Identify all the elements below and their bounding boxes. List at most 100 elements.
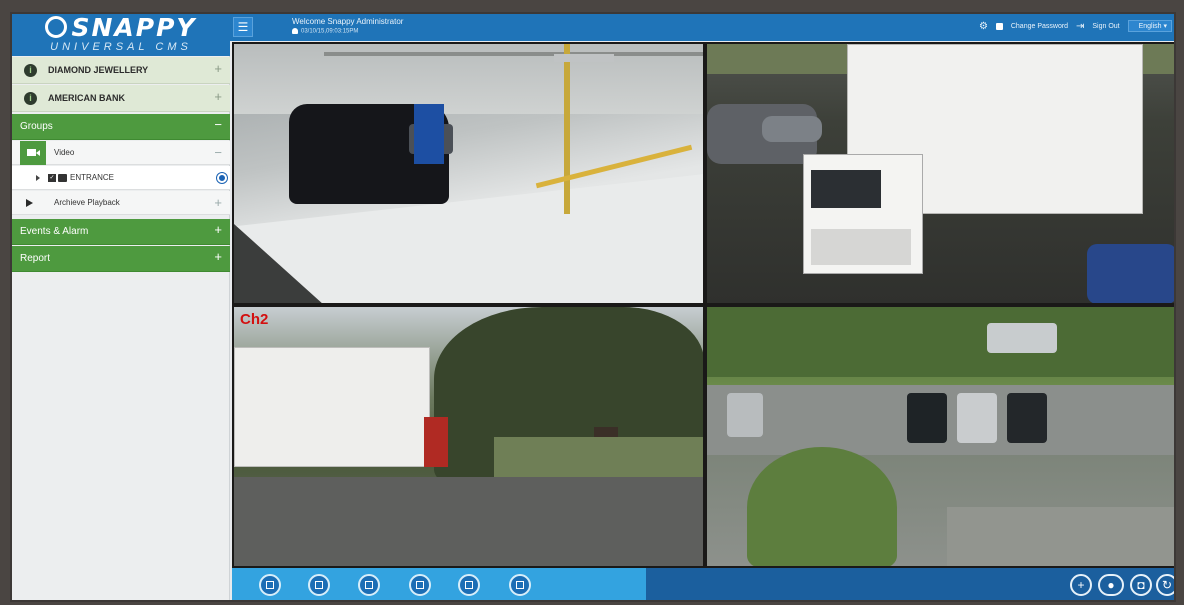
video-tile-4[interactable]	[705, 305, 1174, 568]
gear-icon[interactable]: ⚙	[979, 21, 988, 32]
truck-grille	[811, 229, 911, 265]
camera-label: ENTRANCE	[70, 173, 115, 182]
nine-view-button[interactable]	[358, 574, 380, 596]
expand-icon[interactable]: +	[214, 90, 222, 104]
sixteen-view-icon	[416, 581, 424, 589]
parked-car	[907, 393, 947, 443]
snapshot-icon: ◘	[1137, 578, 1145, 592]
top-bar: ☰ Welcome Snappy Administrator 03/10/15,…	[230, 14, 1174, 41]
trees	[707, 307, 1174, 377]
events-alarm-header[interactable]: Events & Alarm +	[12, 219, 230, 245]
camera-group-button[interactable]: ●	[1098, 574, 1124, 596]
lock-icon	[995, 22, 1003, 30]
refresh-icon: ↻	[1161, 578, 1173, 592]
tree-item-label: Video	[54, 148, 75, 157]
change-password-link[interactable]: Change Password	[1011, 23, 1068, 30]
collapse-icon[interactable]: −	[214, 118, 222, 132]
layout-36-icon	[516, 581, 524, 589]
ticket-kiosk	[414, 104, 444, 164]
zoom-in-button[interactable]: +	[1070, 574, 1092, 596]
truck-cab-red	[424, 417, 448, 467]
expand-icon[interactable]: +	[214, 62, 222, 76]
single-view-icon	[266, 581, 274, 589]
logo-text: SNAPPY	[71, 13, 197, 42]
collapse-icon[interactable]: −	[214, 146, 222, 160]
language-select[interactable]: English ▾	[1127, 20, 1172, 32]
box-truck	[234, 347, 430, 467]
blue-suv	[1087, 244, 1174, 303]
expand-icon[interactable]: +	[214, 223, 222, 237]
sidebar: SNAPPY UNIVERSAL CMS i DIAMOND JEWELLERY…	[12, 14, 230, 600]
datetime-text: 03/10/15,09:03:15PM	[301, 28, 359, 35]
layout-25-icon	[465, 581, 473, 589]
parked-car	[762, 116, 822, 142]
camera-item-entrance[interactable]: ✓ ENTRANCE	[12, 166, 230, 190]
play-icon	[26, 199, 33, 207]
layout-selector	[232, 568, 646, 600]
camera-icon	[58, 174, 67, 182]
sign-out-link[interactable]: Sign Out	[1092, 23, 1119, 30]
welcome-text: Welcome Snappy Administrator	[292, 17, 404, 26]
nine-view-icon	[365, 581, 373, 589]
tree-item-label: Archieve Playback	[54, 198, 120, 207]
fence	[324, 52, 703, 56]
camera-active-toggle[interactable]	[217, 173, 227, 183]
events-alarm-label: Events & Alarm	[20, 226, 89, 237]
gantry	[554, 54, 614, 62]
report-label: Report	[20, 253, 51, 264]
quad-view-icon	[315, 581, 323, 589]
video-tile-1[interactable]	[232, 42, 705, 305]
parked-car	[1007, 393, 1047, 443]
gate-pole	[564, 44, 570, 214]
client-label: DIAMOND JEWELLERY	[48, 65, 149, 75]
bottom-toolbar: + ● ◘ ↻	[232, 568, 1174, 600]
expand-icon[interactable]: +	[214, 196, 222, 210]
snappy-logo-icon	[45, 16, 68, 38]
layout-25-button[interactable]	[458, 574, 480, 596]
lot-surface	[947, 507, 1174, 566]
van	[987, 323, 1057, 353]
snapshot-button[interactable]: ◘	[1130, 574, 1152, 596]
logo-mark: SNAPPY	[12, 14, 230, 42]
client-item-diamond-jewellery[interactable]: i DIAMOND JEWELLERY +	[12, 57, 230, 84]
language-value: English	[1138, 22, 1162, 30]
video-tile-2[interactable]	[705, 42, 1174, 305]
tree-item-video[interactable]: Video −	[12, 141, 230, 165]
expand-icon[interactable]: +	[214, 250, 222, 264]
expand-arrow-icon[interactable]	[36, 175, 40, 181]
sixteen-view-button[interactable]	[409, 574, 431, 596]
sign-out-icon: ⇥	[1076, 20, 1085, 32]
client-label: AMERICAN BANK	[48, 93, 125, 103]
groups-label: Groups	[20, 121, 53, 132]
single-view-button[interactable]	[259, 574, 281, 596]
video-tile-3[interactable]: Ch2	[232, 305, 705, 568]
refresh-button[interactable]: ↻	[1156, 574, 1174, 596]
video-camera-icon	[20, 141, 46, 165]
tree-item-archive-playback[interactable]: Archieve Playback +	[12, 191, 230, 215]
parked-car	[957, 393, 997, 443]
cms-window: SNAPPY UNIVERSAL CMS i DIAMOND JEWELLERY…	[10, 12, 1176, 602]
channel-label: Ch2	[240, 311, 269, 328]
truck-windshield	[811, 170, 881, 208]
tree	[747, 447, 897, 566]
report-header[interactable]: Report +	[12, 246, 230, 272]
logo-subtitle: UNIVERSAL CMS	[50, 41, 192, 53]
client-status-icon: i	[24, 92, 37, 105]
menu-toggle-button[interactable]: ☰	[233, 17, 253, 37]
parked-car	[727, 393, 763, 437]
camera-group-icon: ●	[1107, 578, 1115, 592]
quad-view-button[interactable]	[308, 574, 330, 596]
lawn	[494, 437, 703, 477]
plus-icon: +	[1077, 578, 1085, 592]
driveway	[234, 477, 703, 566]
logo: SNAPPY UNIVERSAL CMS	[12, 14, 230, 56]
video-grid: Ch2	[232, 42, 1174, 568]
login-datetime: 03/10/15,09:03:15PM	[292, 28, 358, 35]
hamburger-icon: ☰	[237, 20, 249, 34]
camera-checkbox[interactable]: ✓	[48, 174, 56, 182]
layout-36-button[interactable]	[509, 574, 531, 596]
groups-header[interactable]: Groups −	[12, 114, 230, 140]
user-icon	[292, 28, 298, 34]
account-actions: ⚙ Change Password ⇥ Sign Out English ▾	[973, 20, 1172, 34]
client-item-american-bank[interactable]: i AMERICAN BANK +	[12, 85, 230, 112]
